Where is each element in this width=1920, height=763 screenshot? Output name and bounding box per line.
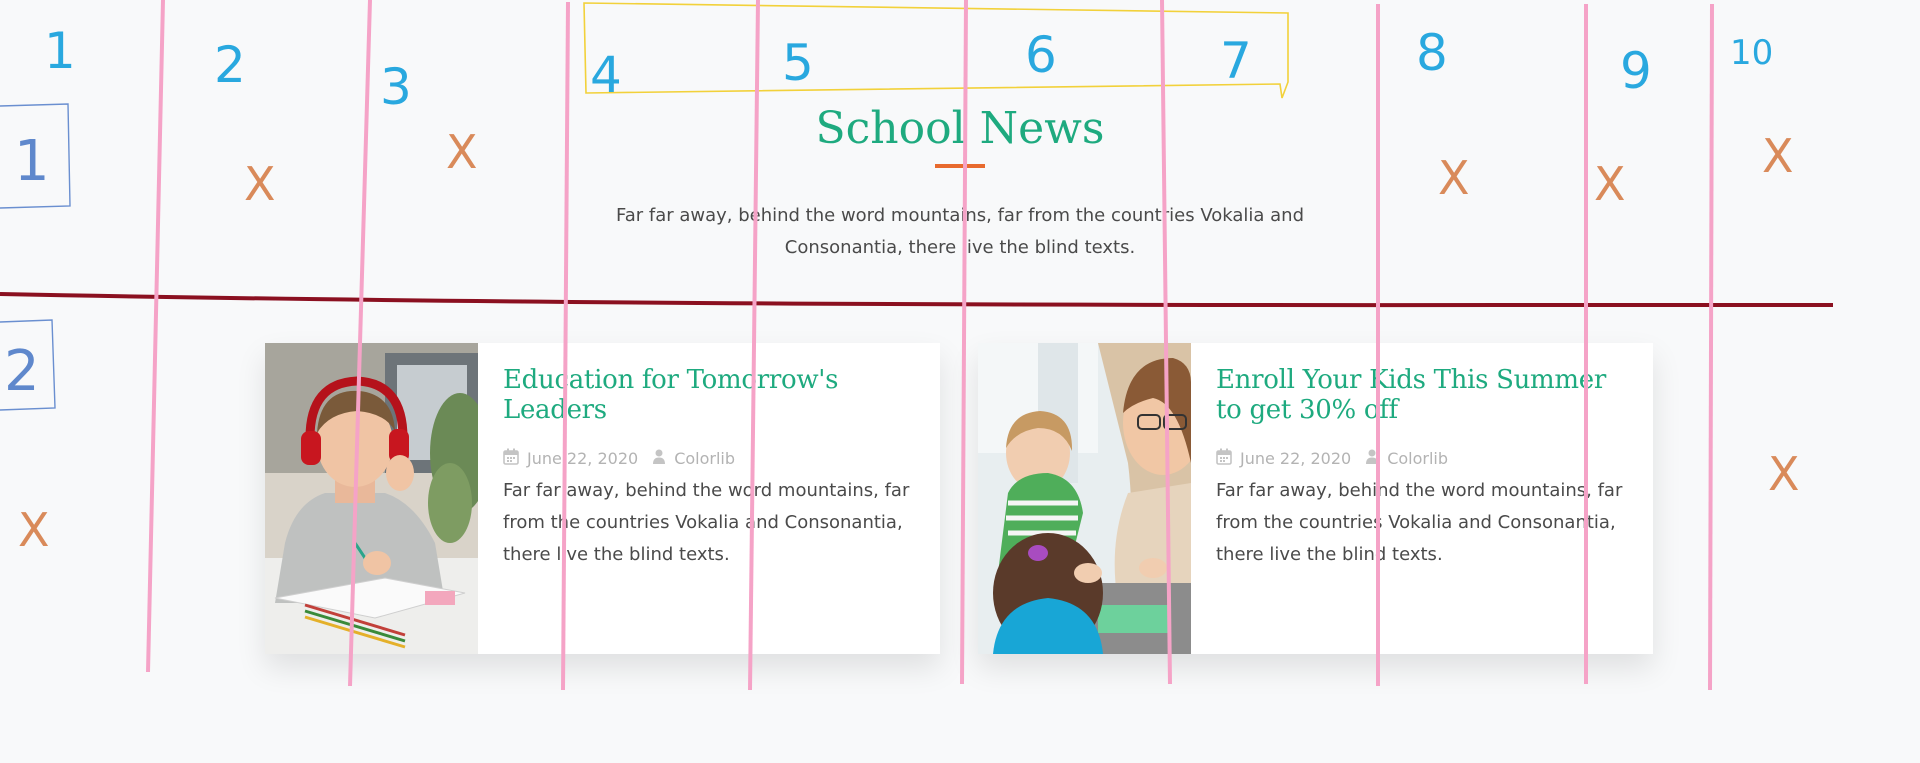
news-card[interactable]: Enroll Your Kids This Summer to get 30% …: [978, 343, 1653, 654]
column-number: 1: [44, 22, 76, 80]
post-image-boy-studying[interactable]: [265, 343, 478, 654]
cross-mark: X: [244, 157, 276, 211]
grid-line: [146, 0, 165, 673]
post-author[interactable]: Colorlib: [674, 449, 735, 468]
column-number: 6: [1025, 26, 1057, 84]
cross-mark: X: [1594, 157, 1626, 211]
post-meta: June 22, 2020 Colorlib: [1216, 447, 1626, 469]
section-title: School News: [815, 103, 1105, 154]
calendar-icon: [503, 448, 519, 469]
post-excerpt: Far far away, behind the word mountains,…: [1216, 480, 1623, 565]
column-number: 10: [1730, 33, 1773, 73]
post-author[interactable]: Colorlib: [1387, 449, 1448, 468]
section-intro: Far far away, behind the word mountains,…: [616, 205, 1304, 258]
post-title-link[interactable]: Enroll Your Kids This Summer to get 30% …: [1216, 365, 1626, 425]
card-body: Education for Tomorrow's Leaders June 22…: [503, 365, 913, 571]
post-date[interactable]: June 22, 2020: [1240, 449, 1351, 468]
post-title-link[interactable]: Education for Tomorrow's Leaders: [503, 365, 913, 425]
post-image-classroom[interactable]: [978, 343, 1191, 654]
calendar-icon: [1216, 448, 1232, 469]
post-excerpt: Far far away, behind the word mountains,…: [503, 480, 910, 565]
row-label-box: [0, 319, 56, 411]
card-body: Enroll Your Kids This Summer to get 30% …: [1216, 365, 1626, 571]
post-meta: June 22, 2020 Colorlib: [503, 447, 913, 469]
cross-mark: X: [1438, 151, 1470, 205]
column-number: 5: [782, 34, 814, 92]
row-number: 2: [4, 339, 40, 404]
row-divider: [0, 292, 1833, 308]
column-number: 2: [214, 36, 246, 94]
highlight-box: [583, 2, 1289, 99]
user-icon: [652, 449, 666, 468]
post-date[interactable]: June 22, 2020: [527, 449, 638, 468]
column-number: 9: [1620, 42, 1652, 100]
column-number: 4: [590, 46, 622, 104]
title-underline: [935, 164, 985, 168]
news-card[interactable]: Education for Tomorrow's Leaders June 22…: [265, 343, 940, 654]
cross-mark: X: [18, 503, 50, 557]
column-number: 8: [1416, 24, 1448, 82]
cross-mark: X: [1768, 447, 1800, 501]
user-icon: [1365, 449, 1379, 468]
column-number: 7: [1220, 32, 1252, 90]
